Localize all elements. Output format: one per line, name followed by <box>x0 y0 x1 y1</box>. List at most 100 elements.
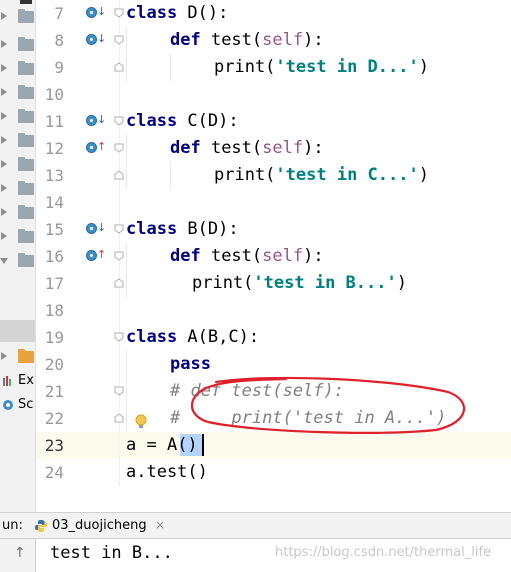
expand-arrow-icon[interactable] <box>1 12 7 20</box>
folder-icon <box>18 61 34 75</box>
line-number: 21 <box>44 382 64 401</box>
tree-item[interactable] <box>0 36 35 54</box>
tree-item[interactable] <box>0 108 35 126</box>
folder-icon <box>18 9 34 23</box>
code-line-16[interactable]: def test(self): <box>170 243 324 270</box>
code-line-7[interactable]: class D(): <box>126 0 228 27</box>
tree-item[interactable] <box>0 156 35 174</box>
folder-icon <box>18 229 34 243</box>
run-label: un: <box>2 518 23 533</box>
fold-marker-icon[interactable] <box>114 224 124 234</box>
code-line-8[interactable]: def test(self): <box>170 27 324 54</box>
tree-item[interactable] <box>0 348 35 366</box>
external-libraries-item[interactable]: Ex <box>0 372 35 390</box>
expand-arrow-icon[interactable] <box>1 160 7 168</box>
project-header-fragment <box>20 0 32 4</box>
code-line-23[interactable]: a = A() <box>126 432 198 459</box>
console-output[interactable]: test in B... <box>50 540 173 566</box>
current-line-highlight <box>36 432 511 459</box>
folder-icon <box>18 349 34 363</box>
line-number: 17 <box>44 274 64 293</box>
expand-arrow-icon[interactable] <box>1 352 7 360</box>
overriding-method-icon[interactable]: ↑ <box>86 248 106 264</box>
expand-arrow-icon[interactable] <box>1 112 7 120</box>
selected-tree-item[interactable] <box>0 320 35 342</box>
fold-marker-icon[interactable] <box>114 8 124 18</box>
folder-icon <box>18 205 34 219</box>
expand-arrow-icon[interactable] <box>1 184 7 192</box>
collapse-arrow-icon[interactable] <box>0 258 8 264</box>
tree-item[interactable] <box>0 132 35 150</box>
folder-icon <box>18 109 34 123</box>
line-number: 20 <box>44 355 64 374</box>
overridden-method-icon[interactable]: ↓ <box>86 5 106 21</box>
code-line-13[interactable]: print('test in C...') <box>214 162 429 189</box>
fold-marker-icon[interactable] <box>114 143 124 153</box>
overriding-method-icon[interactable]: ↑ <box>86 140 106 156</box>
line-number: 15 <box>44 220 64 239</box>
scroll-up-icon[interactable]: ↑ <box>14 545 26 561</box>
tree-item[interactable] <box>0 8 35 26</box>
line-number: 12 <box>44 139 64 158</box>
expand-arrow-icon[interactable] <box>1 88 7 96</box>
fold-marker-icon[interactable] <box>114 278 124 288</box>
folder-icon <box>18 133 34 147</box>
code-line-21[interactable]: # def test(self): <box>170 378 344 405</box>
folder-icon <box>18 157 34 171</box>
code-line-20[interactable]: pass <box>170 351 211 378</box>
code-line-17[interactable]: print('test in B...') <box>192 270 407 297</box>
tree-item[interactable] <box>0 60 35 78</box>
code-line-11[interactable]: class C(D): <box>126 108 239 135</box>
expand-arrow-icon[interactable] <box>1 136 7 144</box>
expand-arrow-icon[interactable] <box>1 232 7 240</box>
fold-marker-icon[interactable] <box>114 116 124 126</box>
tree-item[interactable] <box>0 204 35 222</box>
watermark: https://blog.csdn.net/thermal_life <box>275 545 492 560</box>
project-tree: Ex Sc <box>0 0 36 512</box>
overridden-method-icon[interactable]: ↓ <box>86 32 106 48</box>
line-number: 11 <box>44 112 64 131</box>
code-line-24[interactable]: a.test() <box>126 459 208 486</box>
fold-marker-icon[interactable] <box>114 170 124 180</box>
line-number: 14 <box>44 193 64 212</box>
indent-guide <box>126 27 127 81</box>
tree-item[interactable] <box>0 84 35 102</box>
code-line-22[interactable]: # print('test in A...') <box>170 405 446 432</box>
run-tab-03-duojicheng[interactable]: 03_duojicheng <box>52 518 147 533</box>
expand-arrow-icon[interactable] <box>1 64 7 72</box>
code-line-19[interactable]: class A(B,C): <box>126 324 259 351</box>
expand-arrow-icon[interactable] <box>1 208 7 216</box>
indent-guide <box>170 162 171 189</box>
lightbulb-icon[interactable] <box>134 414 148 430</box>
tree-item[interactable] <box>0 228 35 246</box>
overridden-method-icon[interactable]: ↓ <box>86 113 106 129</box>
folder-icon <box>18 85 34 99</box>
expand-arrow-icon[interactable] <box>1 40 7 48</box>
fold-marker-icon[interactable] <box>114 251 124 261</box>
code-line-9[interactable]: print('test in D...') <box>214 54 429 81</box>
line-number: 10 <box>44 85 64 104</box>
tree-item[interactable] <box>0 252 35 270</box>
code-line-15[interactable]: class B(D): <box>126 216 239 243</box>
tree-item[interactable] <box>0 180 35 198</box>
line-number: 18 <box>44 301 64 320</box>
overridden-method-icon[interactable]: ↓ <box>86 221 106 237</box>
fold-marker-icon[interactable] <box>114 35 124 45</box>
fold-marker-icon[interactable] <box>114 62 124 72</box>
line-number: 24 <box>44 463 64 482</box>
text-caret <box>202 434 204 456</box>
close-icon[interactable]: × <box>155 518 165 532</box>
scratches-item[interactable]: Sc <box>0 396 35 414</box>
fold-marker-icon[interactable] <box>114 332 124 342</box>
scratches-icon <box>3 400 13 410</box>
fold-marker-icon[interactable] <box>114 386 124 396</box>
run-toolbar: ↑ <box>0 539 36 572</box>
library-icon <box>3 376 11 386</box>
code-line-12[interactable]: def test(self): <box>170 135 324 162</box>
folder-icon <box>18 181 34 195</box>
line-number: 22 <box>44 409 64 428</box>
fold-marker-icon[interactable] <box>114 413 124 423</box>
line-number: 19 <box>44 328 64 347</box>
folder-icon <box>18 253 34 267</box>
external-libraries-label: Ex <box>18 373 34 388</box>
